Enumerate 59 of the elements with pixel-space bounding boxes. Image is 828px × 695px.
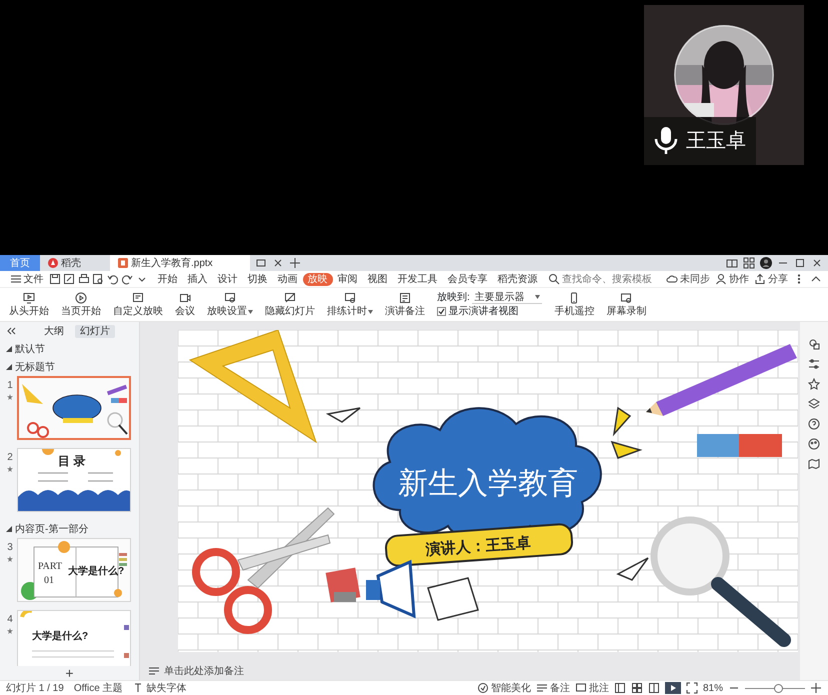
- menu-tab[interactable]: 开发工具: [392, 272, 442, 286]
- ribbon-button[interactable]: 手机遥控: [549, 292, 600, 317]
- zoom-level[interactable]: 81%: [702, 682, 723, 694]
- menu-tab[interactable]: 稻壳资源: [492, 272, 542, 286]
- ribbon-button[interactable]: 会议: [170, 292, 200, 317]
- ribbon-button[interactable]: 排练计时: [322, 292, 378, 317]
- panel-tab[interactable]: 大纲: [39, 324, 69, 338]
- ribbon-button[interactable]: 放映设置: [202, 292, 258, 317]
- slide-thumbnail-text: 大学是什么?: [32, 631, 88, 642]
- slide-counter: 幻灯片 1 / 19: [6, 682, 64, 694]
- menu-tab[interactable]: 动画: [272, 272, 302, 286]
- slide-number: 3: [7, 542, 13, 553]
- missing-fonts-button[interactable]: 缺失字体: [132, 682, 187, 694]
- slide-number: 1: [7, 380, 13, 391]
- slide-number: 4: [7, 614, 13, 625]
- participant-name: 王玉卓: [686, 130, 746, 152]
- search-field[interactable]: 查找命令、搜索模板: [548, 273, 662, 285]
- slide-thumbnail[interactable]: PART 01 大学是什么?: [17, 538, 131, 602]
- menu-tab[interactable]: 插入: [182, 272, 212, 286]
- toolbar-action[interactable]: 协作: [715, 273, 749, 285]
- window-tab[interactable]: 稻壳: [40, 255, 110, 271]
- menu-tab[interactable]: 开始: [152, 272, 182, 286]
- toolbar-action[interactable]: 未同步: [666, 273, 710, 285]
- slide-thumbnail[interactable]: 目 录: [17, 448, 131, 512]
- ribbon-button[interactable]: 自定义放映: [108, 292, 168, 317]
- slide-title: 新生入学教育: [398, 467, 578, 500]
- ribbon-button[interactable]: 当页开始: [56, 292, 106, 317]
- ribbon-button[interactable]: 演讲备注: [380, 292, 430, 317]
- slide-thumbnail-text: 目 录: [58, 455, 86, 468]
- ribbon-button[interactable]: 隐藏幻灯片: [260, 292, 320, 317]
- file-menu[interactable]: 文件: [6, 272, 48, 286]
- section-title[interactable]: 无标题节: [15, 362, 55, 372]
- menu-tab[interactable]: 视图: [362, 272, 392, 286]
- status-button[interactable]: 备注: [536, 682, 570, 694]
- section-title[interactable]: 默认节: [15, 344, 45, 354]
- menu-tab[interactable]: 审阅: [332, 272, 362, 286]
- slide-thumbnail-text: PART: [38, 561, 62, 572]
- slide-number: 2: [7, 452, 13, 463]
- menu-tab[interactable]: 设计: [212, 272, 242, 286]
- toolbar-action[interactable]: 分享: [754, 273, 788, 285]
- menu-tab[interactable]: 会员专享: [442, 272, 492, 286]
- slide-thumbnail[interactable]: 大学是什么?: [17, 610, 131, 666]
- field-label: 放映到:: [437, 292, 470, 304]
- status-button[interactable]: 智能美化: [476, 682, 531, 694]
- checkbox-label: 显示演讲者视图: [448, 306, 518, 318]
- slide-thumbnail-text: 大学是什么?: [68, 566, 124, 577]
- slide-thumbnail-text: 01: [44, 575, 54, 586]
- theme-name[interactable]: Office 主题: [74, 682, 123, 694]
- status-button[interactable]: 批注: [574, 682, 609, 694]
- notes-placeholder[interactable]: 单击此处添加备注: [164, 666, 244, 676]
- section-title[interactable]: 内容页-第一部分: [15, 524, 88, 534]
- menu-tab[interactable]: 切换: [242, 272, 272, 286]
- speaker-name: 演讲人：王玉卓: [425, 534, 532, 559]
- window-tab[interactable]: 新生入学教育.pptx: [110, 255, 250, 271]
- display-select[interactable]: 主要显示器: [472, 292, 542, 304]
- panel-tab[interactable]: 幻灯片: [75, 324, 115, 338]
- ribbon-button[interactable]: 从头开始: [4, 292, 54, 317]
- add-slide-button[interactable]: +: [65, 666, 74, 680]
- ribbon-button[interactable]: 屏幕录制: [601, 292, 652, 317]
